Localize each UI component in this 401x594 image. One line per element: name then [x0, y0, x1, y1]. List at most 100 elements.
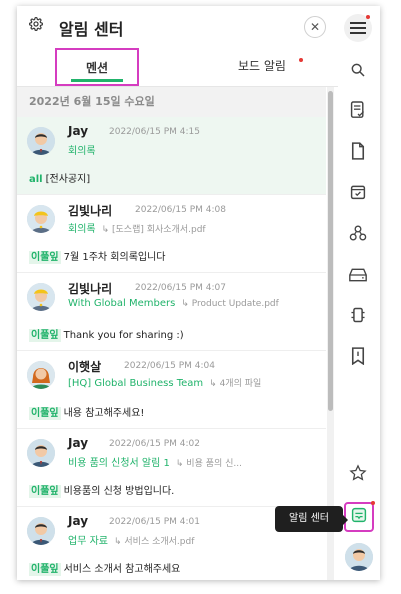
mention-tag: 이풀잎	[29, 407, 61, 420]
channel-name[interactable]: 비용 품의 신청서 알림 1	[68, 458, 170, 469]
tooltip: 알림 센터	[275, 506, 348, 532]
channel-name[interactable]: With Global Members	[68, 298, 175, 309]
unread-dot	[299, 58, 303, 62]
attachment-name: 4개의 파일	[219, 379, 262, 389]
favorites-button[interactable]	[344, 461, 372, 489]
attachment-name: [도스랩] 회사소개서.pdf	[112, 225, 206, 235]
timestamp: 2022/06/15 PM 4:07	[135, 283, 226, 293]
mention-tag: all	[29, 174, 43, 185]
timestamp: 2022/06/15 PM 4:02	[109, 439, 200, 449]
tooltip-text: 알림 센터	[289, 513, 329, 524]
sender-name: 김빛나리	[68, 282, 113, 296]
sender-name: Jay	[68, 124, 89, 138]
channel-name[interactable]: 회의록	[68, 224, 96, 235]
gear-icon[interactable]	[29, 16, 43, 31]
reply-arrow-icon: ↳	[113, 537, 125, 547]
calendar-check-icon	[350, 184, 366, 204]
attachment-file[interactable]: ↳ [도스랩] 회사소개서.pdf	[102, 225, 206, 235]
attachment-file[interactable]: ↳ 비용 품의 신...	[176, 459, 242, 469]
channel-line: With Global Members ↳ Product Update.pdf	[68, 298, 279, 309]
menu-button[interactable]	[344, 14, 372, 42]
document-button[interactable]	[344, 139, 372, 167]
mention-text: [전사공지]	[45, 174, 91, 185]
mention-text: 내용 참고해주세요!	[63, 408, 145, 419]
mention-tag: 이풀잎	[29, 251, 61, 264]
tab-mentions-label: 멘션	[85, 61, 109, 75]
timestamp: 2022/06/15 PM 4:15	[109, 127, 200, 137]
tab-board-alerts-label: 보드 알림	[238, 59, 286, 73]
my-avatar[interactable]	[345, 543, 373, 571]
tab-bar: 멘션 보드 알림	[17, 48, 338, 87]
drive-button[interactable]	[344, 262, 372, 290]
attachment-file[interactable]: ↳ 서비스 소개서.pdf	[114, 537, 194, 547]
sender-name: 이햇살	[68, 360, 102, 374]
notification-item[interactable]: Jay 2022/06/15 PM 4:15 회의록 all [전사공지]	[17, 117, 326, 195]
avatar	[27, 439, 55, 467]
org-chart-button[interactable]	[344, 221, 372, 249]
avatar	[27, 361, 55, 389]
sender-name: Jay	[68, 436, 89, 450]
notification-item[interactable]: Jay 2022/06/15 PM 4:02 비용 품의 신청서 알림 1 ↳ 비용 …	[17, 429, 326, 507]
search-button[interactable]	[344, 58, 372, 86]
channel-line: 업무 자료 ↳ 서비스 소개서.pdf	[68, 532, 194, 547]
active-tab-indicator	[71, 79, 123, 82]
channel-line: [HQ] Global Business Team ↳ 4개의 파일	[68, 376, 261, 389]
org-chart-icon	[349, 225, 367, 245]
mention-text: 서비스 소개서 참고해주세요	[63, 564, 181, 575]
chip-button[interactable]	[344, 303, 372, 331]
notification-panel: 알림 센터 ✕ 멘션 보드 알림 2022년 6월 15일 수요일 Jay 202…	[17, 6, 339, 580]
avatar	[27, 283, 55, 311]
mention-tag: 이풀잎	[29, 485, 61, 498]
channel-line: 회의록 ↳ [도스랩] 회사소개서.pdf	[68, 220, 206, 235]
mention-tag: 이풀잎	[29, 563, 61, 576]
mention-text: Thank you for sharing :)	[63, 330, 184, 341]
channel-name[interactable]: [HQ] Global Business Team	[68, 378, 203, 389]
mention-line: 이풀잎 서비스 소개서 참고해주세요	[29, 560, 181, 576]
scrollbar-thumb[interactable]	[328, 91, 333, 411]
date-group-header: 2022년 6월 15일 수요일	[17, 87, 326, 117]
search-icon	[350, 62, 366, 82]
notification-item[interactable]: 김빛나리 2022/06/15 PM 4:07 With Global Member…	[17, 273, 326, 351]
attachment-file[interactable]: ↳ 4개의 파일	[209, 379, 261, 389]
attachment-name: Product Update.pdf	[191, 299, 279, 309]
channel-line: 회의록	[68, 142, 96, 157]
alarm-center-button[interactable]	[344, 501, 375, 532]
mention-text: 비용품의 신청 방법입니다.	[63, 486, 175, 497]
tab-mentions[interactable]: 멘션	[55, 48, 139, 86]
mention-tag: 이풀잎	[29, 329, 61, 342]
attachment-name: 비용 품의 신...	[186, 459, 243, 469]
menu-unread-dot	[366, 15, 370, 19]
attachment-file[interactable]: ↳ Product Update.pdf	[181, 299, 279, 309]
app-frame: 알림 센터 ✕ 멘션 보드 알림 2022년 6월 15일 수요일 Jay 202…	[17, 6, 380, 580]
reply-arrow-icon: ↳	[181, 299, 192, 309]
notification-item[interactable]: 이햇살 2022/06/15 PM 4:04 [HQ] Global Busines…	[17, 351, 326, 429]
channel-name[interactable]: 회의록	[68, 146, 96, 157]
calendar-button[interactable]	[344, 180, 372, 208]
alarm-unread-dot	[371, 501, 375, 505]
notification-item[interactable]: 김빛나리 2022/06/15 PM 4:08 회의록 ↳ [도스랩] 회사소개서.p…	[17, 195, 326, 273]
reply-arrow-icon: ↳	[175, 459, 187, 469]
panel-header: 알림 센터 ✕	[17, 6, 338, 48]
document-icon	[351, 142, 365, 164]
timestamp: 2022/06/15 PM 4:04	[124, 361, 215, 371]
attachment-name: 서비스 소개서.pdf	[124, 537, 195, 547]
close-button[interactable]: ✕	[304, 16, 326, 38]
bookmark-icon	[351, 347, 365, 369]
channel-line: 비용 품의 신청서 알림 1 ↳ 비용 품의 신...	[68, 454, 242, 469]
tab-board-alerts[interactable]: 보드 알림	[207, 48, 317, 86]
channel-name[interactable]: 업무 자료	[68, 536, 108, 547]
reply-arrow-icon: ↳	[209, 379, 220, 389]
sender-name: Jay	[68, 514, 89, 528]
bookmark-button[interactable]	[344, 344, 372, 372]
timestamp: 2022/06/15 PM 4:01	[109, 517, 200, 527]
right-sidebar	[338, 6, 380, 580]
tooltip-arrow	[343, 515, 348, 525]
timestamp: 2022/06/15 PM 4:08	[135, 205, 226, 215]
notes-icon	[350, 101, 366, 123]
notes-button[interactable]	[344, 98, 372, 126]
mention-line: 이풀잎 내용 참고해주세요!	[29, 404, 145, 420]
panel-title: 알림 센터	[59, 20, 124, 39]
avatar	[27, 205, 55, 233]
mention-line: 이풀잎 7월 1주차 회의록입니다	[29, 248, 166, 264]
alarm-center-icon	[351, 507, 367, 527]
